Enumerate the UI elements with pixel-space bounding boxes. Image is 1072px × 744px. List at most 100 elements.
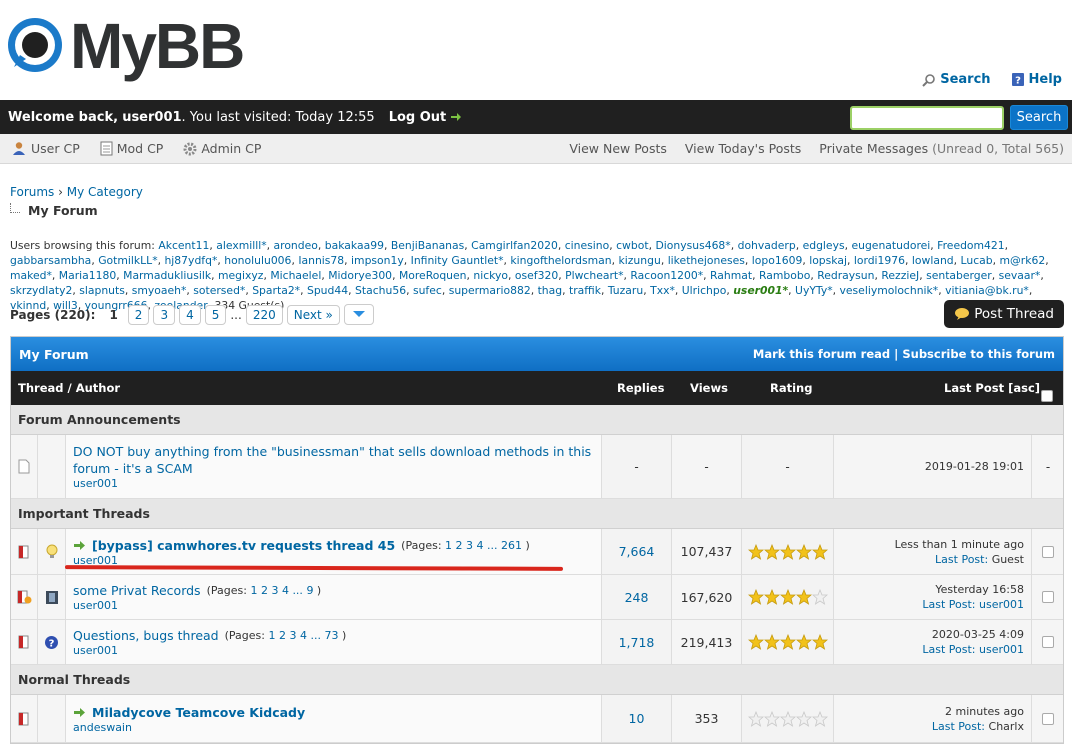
thread-page-link[interactable]: 2 xyxy=(261,584,268,597)
breadcrumb-category[interactable]: My Category xyxy=(67,185,143,199)
last-post-link[interactable]: Last Post: xyxy=(932,720,985,733)
star-filled-icon[interactable] xyxy=(811,634,828,650)
welcome-username[interactable]: user001 xyxy=(122,110,181,125)
header-thread-author[interactable]: Thread / Author xyxy=(18,381,120,395)
star-filled-icon[interactable] xyxy=(763,634,780,650)
announcement-author[interactable]: user001 xyxy=(73,477,603,490)
browsing-user[interactable]: cinesino xyxy=(565,239,610,252)
star-rating[interactable] xyxy=(747,710,828,727)
browsing-user[interactable]: kingofthelordsman xyxy=(510,254,611,267)
browsing-user[interactable]: GotmilkLL* xyxy=(98,254,157,267)
breadcrumb-forums[interactable]: Forums xyxy=(10,185,54,199)
page-link[interactable]: 4 xyxy=(179,304,201,325)
browsing-user[interactable]: slapnuts xyxy=(79,284,125,297)
announcement-title[interactable]: DO NOT buy anything from the "businessma… xyxy=(73,444,591,476)
thread-page-link[interactable]: 3 xyxy=(271,584,278,597)
mybb-logo[interactable]: MyBB xyxy=(4,10,245,82)
browsing-user[interactable]: Ulrichpo xyxy=(682,284,727,297)
page-link[interactable]: 3 xyxy=(153,304,176,325)
page-jump-dropdown[interactable] xyxy=(343,304,374,325)
browsing-user[interactable]: lopo1609 xyxy=(752,254,803,267)
thread-select-checkbox[interactable] xyxy=(1042,545,1054,558)
star-empty-icon[interactable] xyxy=(779,710,796,727)
browsing-user[interactable]: impson1y xyxy=(351,254,404,267)
browsing-user[interactable]: Redraysun xyxy=(817,269,874,282)
browsing-user[interactable]: osef320 xyxy=(515,269,558,282)
browsing-user[interactable]: lopskaj xyxy=(809,254,847,267)
thread-title[interactable]: some Privat Records xyxy=(73,582,201,599)
last-post-link[interactable]: Last Post: xyxy=(922,598,975,611)
browsing-user[interactable]: Dionysus468* xyxy=(655,239,730,252)
thread-replies[interactable]: 7,664 xyxy=(619,544,655,559)
browsing-user[interactable]: Tuzaru xyxy=(608,284,643,297)
star-empty-icon[interactable] xyxy=(763,710,780,727)
star-filled-icon[interactable] xyxy=(811,543,828,560)
header-replies[interactable]: Replies xyxy=(617,381,664,395)
logout-link[interactable]: Log Out xyxy=(389,110,463,125)
thread-page-link[interactable]: 3 xyxy=(289,629,296,642)
browsing-user[interactable]: UyYTy* xyxy=(795,284,833,297)
browsing-user[interactable]: traffik xyxy=(569,284,601,297)
star-filled-icon[interactable] xyxy=(795,543,812,560)
thread-author[interactable]: user001 xyxy=(73,599,321,612)
star-rating[interactable] xyxy=(747,543,828,560)
last-page-link[interactable]: 220 xyxy=(245,304,283,325)
thread-page-link[interactable]: 3 xyxy=(466,539,473,552)
browsing-user[interactable]: m@rk62 xyxy=(999,254,1045,267)
thread-page-link[interactable]: 1 xyxy=(250,584,257,597)
thread-select-checkbox[interactable] xyxy=(1042,591,1054,603)
thread-replies[interactable]: 248 xyxy=(625,590,649,605)
subscribe-forum-link[interactable]: Subscribe to this forum xyxy=(902,347,1055,361)
browsing-user[interactable]: Plwcheart* xyxy=(565,269,623,282)
browsing-user[interactable]: gabbarsambha xyxy=(10,254,91,267)
browsing-user[interactable]: bakakaa99 xyxy=(325,239,384,252)
browsing-user[interactable]: dohvaderp xyxy=(738,239,796,252)
admin-cp-link[interactable]: Admin CP xyxy=(183,141,261,156)
browsing-user[interactable]: Rahmat xyxy=(710,269,752,282)
header-rating[interactable]: Rating xyxy=(770,381,812,395)
browsing-user[interactable]: Sparta2* xyxy=(252,284,300,297)
browsing-user[interactable]: Stachu56 xyxy=(355,284,406,297)
mod-cp-link[interactable]: Mod CP xyxy=(100,141,163,156)
browsing-user[interactable]: honolulu006 xyxy=(224,254,291,267)
thread-author[interactable]: andeswain xyxy=(73,721,305,734)
star-filled-icon[interactable] xyxy=(747,589,764,605)
browsing-user[interactable]: megixyz xyxy=(218,269,263,282)
browsing-user[interactable]: eugenatudorei xyxy=(851,239,930,252)
star-filled-icon[interactable] xyxy=(763,589,780,605)
star-filled-icon[interactable] xyxy=(795,589,812,605)
browsing-user[interactable]: thag xyxy=(538,284,563,297)
search-link[interactable]: Search xyxy=(922,72,991,87)
thread-replies[interactable]: 1,718 xyxy=(619,635,655,650)
thread-title[interactable]: [bypass] camwhores.tv requests thread 45 xyxy=(92,537,395,554)
browsing-user[interactable]: veseliymolochnik* xyxy=(840,284,939,297)
star-filled-icon[interactable] xyxy=(779,543,796,560)
star-empty-icon[interactable] xyxy=(747,710,764,727)
star-filled-icon[interactable] xyxy=(747,634,764,650)
browsing-user[interactable]: edgleys xyxy=(803,239,845,252)
thread-page-link[interactable]: 1 xyxy=(268,629,275,642)
browsing-user[interactable]: Midorye300 xyxy=(328,269,392,282)
browsing-user[interactable]: BenjiBananas xyxy=(391,239,464,252)
browsing-user[interactable]: MoreRoquen xyxy=(399,269,467,282)
thread-last-page-link[interactable]: 73 xyxy=(324,629,338,642)
next-page-link[interactable]: Next » xyxy=(286,304,340,325)
star-filled-icon[interactable] xyxy=(795,634,812,650)
star-filled-icon[interactable] xyxy=(747,543,764,560)
browsing-user[interactable]: Akcent11 xyxy=(158,239,209,252)
thread-select-checkbox[interactable] xyxy=(1042,712,1054,725)
last-post-user[interactable]: user001 xyxy=(979,643,1024,656)
thread-author[interactable]: user001 xyxy=(73,644,346,657)
star-empty-icon[interactable] xyxy=(811,710,828,727)
browsing-user[interactable]: Iannis78 xyxy=(298,254,344,267)
user-cp-link[interactable]: User CP xyxy=(12,141,80,156)
thread-page-link[interactable]: 1 xyxy=(445,539,452,552)
browsing-user[interactable]: Camgirlfan2020 xyxy=(471,239,558,252)
browsing-user[interactable]: lowland xyxy=(912,254,954,267)
browsing-user[interactable]: sufec xyxy=(413,284,442,297)
browsing-user[interactable]: Rambobo xyxy=(759,269,810,282)
browsing-user[interactable]: RezzieJ xyxy=(881,269,919,282)
thread-page-link[interactable]: 4 xyxy=(282,584,289,597)
view-todays-posts-link[interactable]: View Today's Posts xyxy=(685,141,801,156)
browsing-user[interactable]: Racoon1200* xyxy=(630,269,703,282)
